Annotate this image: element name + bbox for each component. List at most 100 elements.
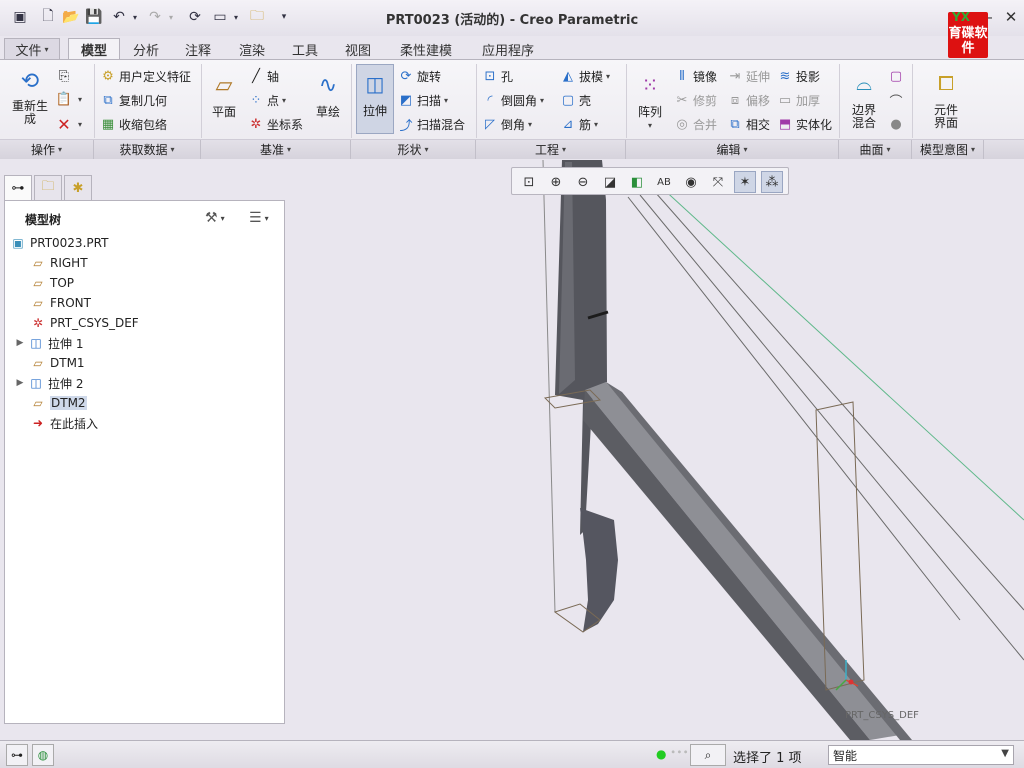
csys-small-icon: ✲ xyxy=(250,117,262,132)
freestyle-button[interactable]: ● xyxy=(888,116,907,132)
tab-file[interactable]: 文件 ▾ xyxy=(4,38,60,60)
csys-button[interactable]: ✲ 坐标系 xyxy=(248,116,303,133)
repaint-icon[interactable]: ◪ xyxy=(599,171,621,193)
extrude-button[interactable]: ◫ 拉伸 xyxy=(356,64,394,134)
zoom-out-icon[interactable]: ⊖ xyxy=(572,171,594,193)
shrinkwrap-button[interactable]: ▦ 收缩包络 xyxy=(100,116,167,133)
tree-item-right[interactable]: ▱ RIGHT xyxy=(29,253,87,273)
group-datum[interactable]: 基准 ▾ xyxy=(201,140,351,159)
graphics-toolbar: ⊡ ⊕ ⊖ ◪ ◧ AB ◉ ⤧ ✶ ⁂ xyxy=(511,167,789,195)
find-icon[interactable]: ⌕ xyxy=(690,744,726,766)
paste-button[interactable]: 📋 ▾ xyxy=(56,91,82,107)
zoom-in-icon[interactable]: ⊕ xyxy=(545,171,567,193)
regenerate-button[interactable]: ⟲ 重新生成 xyxy=(8,66,52,126)
intersect-button[interactable]: ⧉ 相交 xyxy=(727,116,770,133)
toggle-browser-icon[interactable]: ◍ xyxy=(32,744,54,766)
thicken-button[interactable]: ▭ 加厚 xyxy=(777,92,820,109)
tab-annotate[interactable]: 注释 xyxy=(176,38,220,60)
datum-plane-frames xyxy=(543,389,865,691)
tree-item-front[interactable]: ▱ FRONT xyxy=(29,293,91,313)
extrude-icon: ◫ xyxy=(30,336,42,350)
group-engineering[interactable]: 工程 ▾ xyxy=(476,140,626,159)
tree-item-part[interactable]: ▣ PRT0023.PRT xyxy=(9,233,108,253)
selection-filter-select[interactable]: 智能 ▼ xyxy=(828,745,1014,765)
user-defined-feature-button[interactable]: ⚙ 用户定义特征 xyxy=(100,68,191,85)
csys-triad xyxy=(835,660,859,691)
project-button[interactable]: ≋ 投影 xyxy=(777,68,820,85)
annotation-display-icon[interactable]: ⁂ xyxy=(761,171,783,193)
regenerate-icon: ⟲ xyxy=(20,68,40,94)
revolve-button[interactable]: ⟳ 旋转 xyxy=(398,68,441,85)
tree-item-insert-here[interactable]: ➜ 在此插入 xyxy=(29,413,98,433)
toggle-navigator-icon[interactable]: ⊶ xyxy=(6,744,28,766)
point-button[interactable]: ⁘ 点 ▾ xyxy=(248,92,286,109)
tab-view[interactable]: 视图 xyxy=(336,38,380,60)
tab-tools[interactable]: 工具 xyxy=(283,38,327,60)
spin-center-icon[interactable]: ✶ xyxy=(734,171,756,193)
boundary-blend-button[interactable]: ⌓ 边界混合 xyxy=(844,66,884,130)
copy-geometry-button[interactable]: ⧉ 复制几何 xyxy=(100,92,167,109)
hole-button[interactable]: ⊡ 孔 xyxy=(482,68,513,85)
pattern-button[interactable]: ⁙ 阵列 ▾ xyxy=(632,68,668,132)
group-get-data[interactable]: 获取数据 ▾ xyxy=(94,140,201,159)
tree-item-dtm2[interactable]: ▱ DTM2 xyxy=(29,393,87,413)
draft-button[interactable]: ◭ 拔模 ▾ xyxy=(560,68,610,85)
tree-item-csys[interactable]: ✲ PRT_CSYS_DEF xyxy=(29,313,139,333)
tree-item-extrude-2[interactable]: ▶ ◫ 拉伸 2 xyxy=(13,373,84,393)
shell-button[interactable]: ▢ 壳 xyxy=(560,92,591,109)
tab-model[interactable]: 模型 xyxy=(68,38,120,60)
tab-analysis[interactable]: 分析 xyxy=(124,38,168,60)
revolve-icon: ⟳ xyxy=(400,69,412,84)
tree-settings-button[interactable]: ⚒ ▾ xyxy=(205,207,225,229)
sketch-button[interactable]: ∿ 草绘 xyxy=(310,68,346,119)
model-tree-tab[interactable]: ⊶ xyxy=(4,175,32,201)
saved-orientations-icon[interactable]: AB xyxy=(653,171,675,193)
delete-button[interactable]: ✕ ▾ xyxy=(56,115,82,134)
close-icon[interactable]: ✕ xyxy=(1000,6,1022,28)
group-shapes[interactable]: 形状 ▾ xyxy=(351,140,476,159)
chamfer-button[interactable]: ◸ 倒角 ▾ xyxy=(482,116,532,133)
trim-button[interactable]: ✂ 修剪 xyxy=(674,92,717,109)
component-interface-button[interactable]: ⧠ 元件界面 xyxy=(924,66,968,130)
fill-button[interactable]: ▢ xyxy=(888,68,907,84)
window-title: PRT0023 (活动的) - Creo Parametric xyxy=(385,13,639,28)
swept-blend-button[interactable]: ⤴ 扫描混合 xyxy=(398,116,465,134)
style-surface-icon: ⌒ xyxy=(889,94,903,110)
round-button[interactable]: ◜ 倒圆角 ▾ xyxy=(482,92,544,109)
tab-render[interactable]: 渲染 xyxy=(230,38,274,60)
group-model-intent[interactable]: 模型意图 ▾ xyxy=(912,140,984,159)
group-operations[interactable]: 操作 ▾ xyxy=(0,140,94,159)
favorites-star-icon: ✱ xyxy=(72,180,84,196)
datum-plane-icon: ▱ xyxy=(33,396,43,410)
folder-browser-tab[interactable]: 🗀 xyxy=(34,175,62,201)
view-manager-icon[interactable]: ◉ xyxy=(680,171,702,193)
group-surfaces[interactable]: 曲面 ▾ xyxy=(839,140,912,159)
datum-display-filter-icon[interactable]: ⤧ xyxy=(707,171,729,193)
expand-arrow-icon[interactable]: ▶ xyxy=(13,378,27,388)
refit-icon[interactable]: ⊡ xyxy=(518,171,540,193)
tree-item-dtm1[interactable]: ▱ DTM1 xyxy=(29,353,84,373)
extend-button[interactable]: ⇥ 延伸 xyxy=(727,68,770,85)
favorites-tab[interactable]: ✱ xyxy=(64,175,92,201)
expand-arrow-icon[interactable]: ▶ xyxy=(13,338,27,348)
rib-button[interactable]: ⊿ 筋 ▾ xyxy=(560,116,598,133)
plane-button[interactable]: ▱ 平面 xyxy=(206,68,242,119)
datum-plane-icon: ▱ xyxy=(33,256,43,270)
solidify-button[interactable]: ⬒ 实体化 xyxy=(777,116,832,133)
tree-show-button[interactable]: ☰ ▾ xyxy=(249,207,269,229)
sweep-button[interactable]: ◩ 扫描 ▾ xyxy=(398,92,448,109)
merge-button[interactable]: ◎ 合并 xyxy=(674,116,717,133)
style-button[interactable]: ⌒ xyxy=(888,92,907,110)
mirror-button[interactable]: ⫴ 镜像 xyxy=(674,68,717,85)
offset-button[interactable]: ⧈ 偏移 xyxy=(727,92,770,109)
model-tree-header: 模型树 ⚒ ▾ ☰ ▾ xyxy=(5,205,284,231)
display-style-icon[interactable]: ◧ xyxy=(626,171,648,193)
tab-flexible-modeling[interactable]: 柔性建模 xyxy=(392,38,460,60)
copy-button[interactable]: ⎘ xyxy=(56,68,75,84)
tab-applications[interactable]: 应用程序 xyxy=(474,38,542,60)
group-editing[interactable]: 编辑 ▾ xyxy=(626,140,839,159)
axis-button[interactable]: ╱ 轴 xyxy=(248,68,279,85)
datum-edges xyxy=(627,191,1024,661)
tree-item-extrude-1[interactable]: ▶ ◫ 拉伸 1 xyxy=(13,333,84,353)
tree-item-top[interactable]: ▱ TOP xyxy=(29,273,74,293)
